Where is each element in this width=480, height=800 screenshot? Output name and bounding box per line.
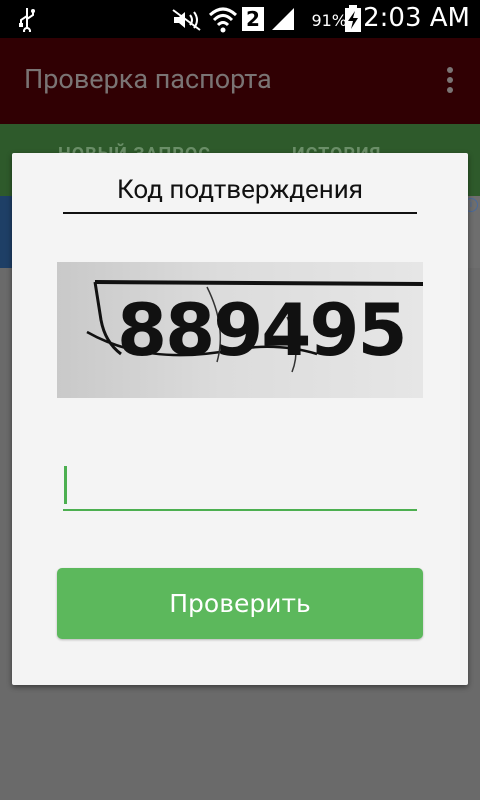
app-bar: Проверка паспорта xyxy=(0,38,480,124)
captcha-code: 889495 xyxy=(117,288,406,372)
more-vert-icon[interactable] xyxy=(446,67,454,95)
title-divider xyxy=(63,212,417,214)
signal-icon xyxy=(272,8,294,30)
captcha-image: 889495 xyxy=(57,262,424,398)
sim-2-icon: 2 xyxy=(242,7,264,31)
text-cursor xyxy=(64,466,67,504)
clock: 2:03 AM xyxy=(363,3,470,33)
captcha-drawing: 889495 xyxy=(86,280,424,373)
confirmation-dialog: Код подтверждения 889495 Проверить xyxy=(12,153,468,685)
usb-icon xyxy=(19,8,35,32)
app-title: Проверка паспорта xyxy=(24,63,272,95)
dialog-title: Код подтверждения xyxy=(116,175,364,205)
mute-icon xyxy=(172,9,201,31)
wifi-icon xyxy=(208,7,238,33)
check-button[interactable]: Проверить xyxy=(57,568,423,639)
status-bar: 2 91% 2:03 AM xyxy=(0,0,480,38)
captcha-input[interactable] xyxy=(63,463,417,511)
battery-percent: 91% xyxy=(311,11,347,30)
battery-charging-icon xyxy=(345,5,361,32)
content-edge xyxy=(0,196,12,268)
